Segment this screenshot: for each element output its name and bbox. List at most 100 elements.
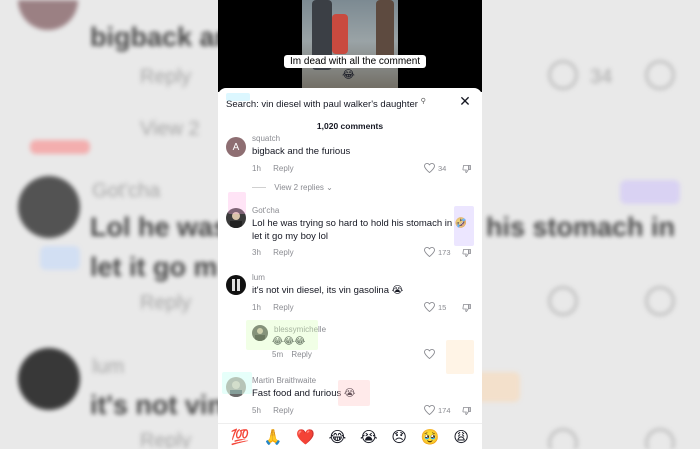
comments-sheet: Search: vin diesel with paul walker's da… <box>218 88 482 449</box>
avatar[interactable] <box>226 208 246 228</box>
emoji-laugh-button[interactable]: 😂 <box>329 428 347 446</box>
like-button[interactable]: 173 <box>424 247 451 257</box>
heart-icon <box>424 247 435 257</box>
emoji-heart-button[interactable]: ❤️ <box>296 428 315 446</box>
comment-text-line: let it go my boy lol <box>252 231 329 242</box>
view-replies-label: View 2 replies <box>274 183 324 192</box>
avatar[interactable] <box>226 275 246 295</box>
emoji-cry-button[interactable]: 😭 <box>360 428 378 446</box>
reply-button[interactable]: Reply <box>291 350 311 359</box>
heart-icon <box>424 163 435 173</box>
bg-avatar <box>18 348 80 410</box>
comment-item: A squatch bigback and the furious 1h Rep… <box>218 132 482 196</box>
reply-button[interactable]: Reply <box>273 303 293 312</box>
like-button[interactable]: 174 <box>424 405 451 415</box>
bg-glitch <box>30 140 90 154</box>
bg-username: lum <box>92 356 125 378</box>
comment-item: Martin Braithwaite Fast food and furious… <box>218 374 482 420</box>
avatar[interactable] <box>226 377 246 397</box>
comment-time: 3h <box>252 248 261 257</box>
reply-item: blessymichelle 😂😂😂 5m Reply <box>218 324 482 364</box>
avatar[interactable] <box>252 325 268 341</box>
comment-username[interactable]: squatch <box>252 134 280 143</box>
bg-comment-text: Lol he was <box>90 212 229 242</box>
reply-button[interactable]: Reply <box>273 164 293 173</box>
search-prefix: Search: <box>226 99 259 111</box>
comment-text: it's not vin diesel, its vin gasolina 😭 <box>252 284 403 297</box>
like-count: 34 <box>438 163 447 173</box>
bg-glitch <box>40 246 80 270</box>
reply-button[interactable]: Reply <box>273 406 293 415</box>
bg-like-count: 34 <box>590 66 613 88</box>
close-icon[interactable]: ✕ <box>458 94 472 108</box>
comment-meta: 5h Reply <box>252 406 294 415</box>
emoji-pray-button[interactable]: 🙏 <box>263 428 282 446</box>
emoji-quick-bar: 💯 🙏 ❤️ 😂 😭 😞 🥹 😩 <box>218 423 482 449</box>
heart-icon <box>424 302 435 312</box>
heart-icon <box>424 405 435 415</box>
dislike-icon[interactable] <box>462 303 472 313</box>
bg-heart-icon <box>548 286 578 316</box>
bg-glitch <box>620 180 680 204</box>
comment-text-line: Fast food and furious <box>252 388 342 399</box>
like-button[interactable]: 34 <box>424 163 446 173</box>
emoji-weary-button[interactable]: 😩 <box>453 428 469 446</box>
comment-time: 5m <box>272 350 284 359</box>
comment-emoji: 😭 <box>343 388 356 399</box>
search-icon: ⚲ <box>420 98 426 105</box>
video-player[interactable]: Im dead with all the comment 😂 <box>218 0 482 92</box>
bg-username: Got'cha <box>92 180 161 202</box>
dislike-icon[interactable] <box>462 248 472 258</box>
reply-button[interactable]: Reply <box>273 248 293 257</box>
comment-text: bigback and the furious <box>252 146 351 157</box>
comment-time: 5h <box>252 406 261 415</box>
comments-header: Search: vin diesel with paul walker's da… <box>218 88 482 134</box>
avatar-image <box>255 328 265 341</box>
dislike-icon[interactable] <box>462 164 472 174</box>
video-caption: Im dead with all the comment <box>284 55 427 68</box>
comment-item: Got'cha Lol he was trying so hard to hol… <box>218 204 482 266</box>
bg-comment-text: let it go m <box>90 252 218 282</box>
bg-dislike-icon <box>645 60 675 90</box>
bg-reply-label: Reply <box>140 292 192 314</box>
caption-emoji: 😂 <box>342 69 355 81</box>
chevron-down-icon: ⌄ <box>326 183 333 192</box>
phone-screen: Im dead with all the comment 😂 Search: v… <box>218 0 482 449</box>
bg-avatar <box>18 176 80 238</box>
bg-comment-text: it's not vin <box>90 390 224 420</box>
avatar-image <box>230 212 242 228</box>
bg-dislike-icon <box>645 428 675 449</box>
comment-time: 1h <box>252 303 261 312</box>
search-suggestion[interactable]: Search: vin diesel with paul walker's da… <box>226 97 426 110</box>
avatar-letter: A <box>232 141 240 153</box>
comment-text: Fast food and furious 😭 <box>252 387 356 400</box>
comment-username[interactable]: lum <box>252 273 265 282</box>
bg-heart-icon <box>548 60 578 90</box>
comment-username[interactable]: blessymichelle <box>274 325 326 334</box>
bg-reply-label: Reply <box>140 430 192 449</box>
comment-meta: 1h Reply <box>252 303 294 312</box>
avatar[interactable]: A <box>226 137 246 157</box>
video-person <box>332 14 348 54</box>
emoji-hundred-button[interactable]: 💯 <box>231 428 250 446</box>
bg-comment-text: his stomach in <box>486 212 676 242</box>
comment-username[interactable]: Got'cha <box>252 206 279 215</box>
comment-meta: 1h Reply <box>252 164 294 173</box>
emoji-holding-tears-button[interactable]: 🥹 <box>421 428 440 446</box>
emoji-sad-button[interactable]: 😞 <box>391 428 407 446</box>
like-count: 173 <box>438 247 451 257</box>
bg-comment-text: bigback an <box>90 22 232 52</box>
view-replies-button[interactable]: View 2 replies ⌄ <box>272 183 333 192</box>
video-person <box>376 0 394 60</box>
like-button[interactable] <box>424 349 438 359</box>
avatar-image <box>230 381 242 397</box>
comment-time: 1h <box>252 164 261 173</box>
comment-text: Lol he was trying so hard to hold his st… <box>252 217 477 243</box>
bg-reply-label: Reply <box>140 66 192 88</box>
comment-item: lum it's not vin diesel, its vin gasolin… <box>218 272 482 318</box>
comment-username[interactable]: Martin Braithwaite <box>252 376 316 385</box>
bg-dislike-icon <box>645 286 675 316</box>
dislike-icon[interactable] <box>462 406 472 416</box>
bg-avatar <box>18 0 78 30</box>
like-button[interactable]: 15 <box>424 302 446 312</box>
